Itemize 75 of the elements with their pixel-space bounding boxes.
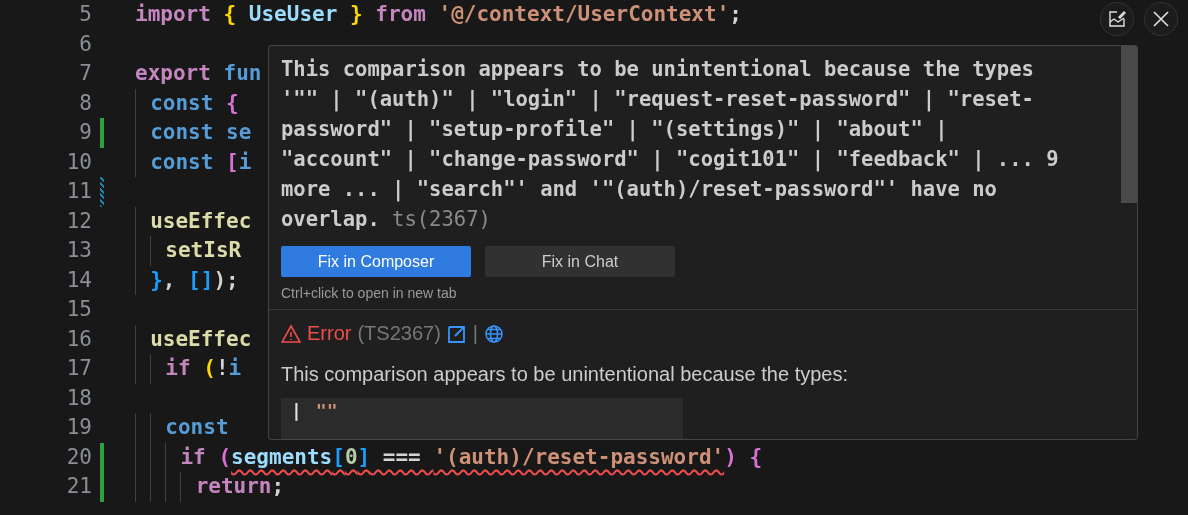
code-token: se bbox=[226, 119, 252, 146]
code-token: ; bbox=[271, 473, 285, 500]
code-token: ); bbox=[213, 266, 239, 294]
code-token: [] bbox=[188, 266, 214, 294]
code-token: setIsR bbox=[165, 237, 242, 264]
code-token: return bbox=[195, 473, 272, 500]
code-token: i bbox=[228, 355, 242, 382]
code-token: ! bbox=[215, 355, 229, 382]
hint-text: Ctrl+click to open in new tab bbox=[281, 285, 458, 301]
separator: | bbox=[472, 322, 479, 345]
code-token: } bbox=[150, 266, 163, 294]
line-number: 18 bbox=[65, 384, 92, 412]
scrollbar[interactable] bbox=[1121, 46, 1137, 203]
type-value: "" bbox=[315, 400, 338, 421]
code-token: fun bbox=[223, 60, 262, 87]
code-token: { bbox=[749, 443, 763, 471]
code-token: export bbox=[135, 60, 212, 87]
code-token: { bbox=[223, 1, 238, 28]
external-link-icon[interactable] bbox=[446, 323, 467, 344]
code-token: const bbox=[150, 119, 215, 146]
line-number: 10 bbox=[65, 148, 92, 176]
fix-in-chat-button[interactable]: Fix in Chat bbox=[485, 246, 675, 277]
code-token: , bbox=[162, 266, 177, 294]
code-token: UseUser bbox=[248, 1, 339, 28]
warning-icon bbox=[281, 323, 301, 344]
error-code-label: (TS2367) bbox=[357, 322, 441, 345]
code-token: ( bbox=[218, 443, 232, 471]
error-label: Error bbox=[307, 322, 352, 345]
code-token: } bbox=[349, 1, 364, 28]
line-number: 14 bbox=[65, 266, 92, 294]
code-token: if bbox=[165, 355, 192, 382]
code-token: ) bbox=[724, 443, 738, 471]
line-number: 6 bbox=[78, 30, 92, 58]
code-token: useEffec bbox=[150, 207, 252, 235]
code-token: i bbox=[238, 148, 252, 176]
globe-icon[interactable] bbox=[484, 323, 505, 344]
line-number: 11 bbox=[65, 178, 92, 205]
code-token: ; bbox=[729, 1, 742, 28]
image-edit-icon bbox=[1108, 10, 1126, 28]
code-token: [ bbox=[226, 148, 239, 176]
line-number: 17 bbox=[65, 355, 92, 382]
code-token: const bbox=[150, 148, 215, 176]
line-number: 20 bbox=[65, 443, 92, 471]
code-token: 0 bbox=[344, 443, 358, 471]
fix-in-composer-button[interactable]: Fix in Composer bbox=[281, 246, 471, 277]
code-token: import bbox=[135, 1, 212, 28]
union-separator-text: | bbox=[291, 400, 302, 421]
close-button[interactable] bbox=[1144, 2, 1178, 36]
code-token: [ bbox=[332, 443, 345, 471]
code-token: ( bbox=[203, 355, 216, 382]
line-number: 9 bbox=[78, 119, 92, 146]
error-message: This comparison appears to be unintentional because the types '"" | "(auth)" | "login" | "request-reset-password" | "reset-password" | "setup-profile" | "(settings)" | "about" | "account" | "change-password" | "cogit101" | "feedback" | ... 9 more ... | "search"' and '"(auth)/reset-password"' have no overlap. ts(2367) bbox=[281, 56, 1059, 233]
line-number: 5 bbox=[78, 1, 92, 28]
code-token: === bbox=[381, 443, 422, 471]
code-token: segments bbox=[231, 443, 333, 471]
line-number: 8 bbox=[78, 89, 92, 117]
line-number: 7 bbox=[78, 60, 92, 87]
line-number: 16 bbox=[65, 325, 92, 353]
code-token: '@/context/UserContext' bbox=[438, 1, 730, 28]
close-icon bbox=[1152, 10, 1170, 28]
line-number: 15 bbox=[65, 296, 92, 323]
line-number: 19 bbox=[65, 414, 92, 441]
code-token: '(auth)/reset-password' bbox=[433, 443, 725, 471]
error-detail: This comparison appears to be unintentional because the types: bbox=[281, 363, 850, 386]
code-token: useEffec bbox=[150, 325, 252, 353]
line-number: 21 bbox=[65, 473, 92, 500]
code-token: if bbox=[180, 443, 207, 471]
code-token: from bbox=[375, 1, 427, 28]
edit-image-button[interactable] bbox=[1100, 2, 1134, 36]
code-token: const bbox=[150, 89, 215, 117]
line-number: 13 bbox=[65, 237, 92, 264]
code-token: const bbox=[165, 414, 229, 441]
code-token: ] bbox=[357, 443, 371, 471]
line-number: 12 bbox=[65, 207, 92, 235]
code-token: { bbox=[226, 89, 239, 117]
